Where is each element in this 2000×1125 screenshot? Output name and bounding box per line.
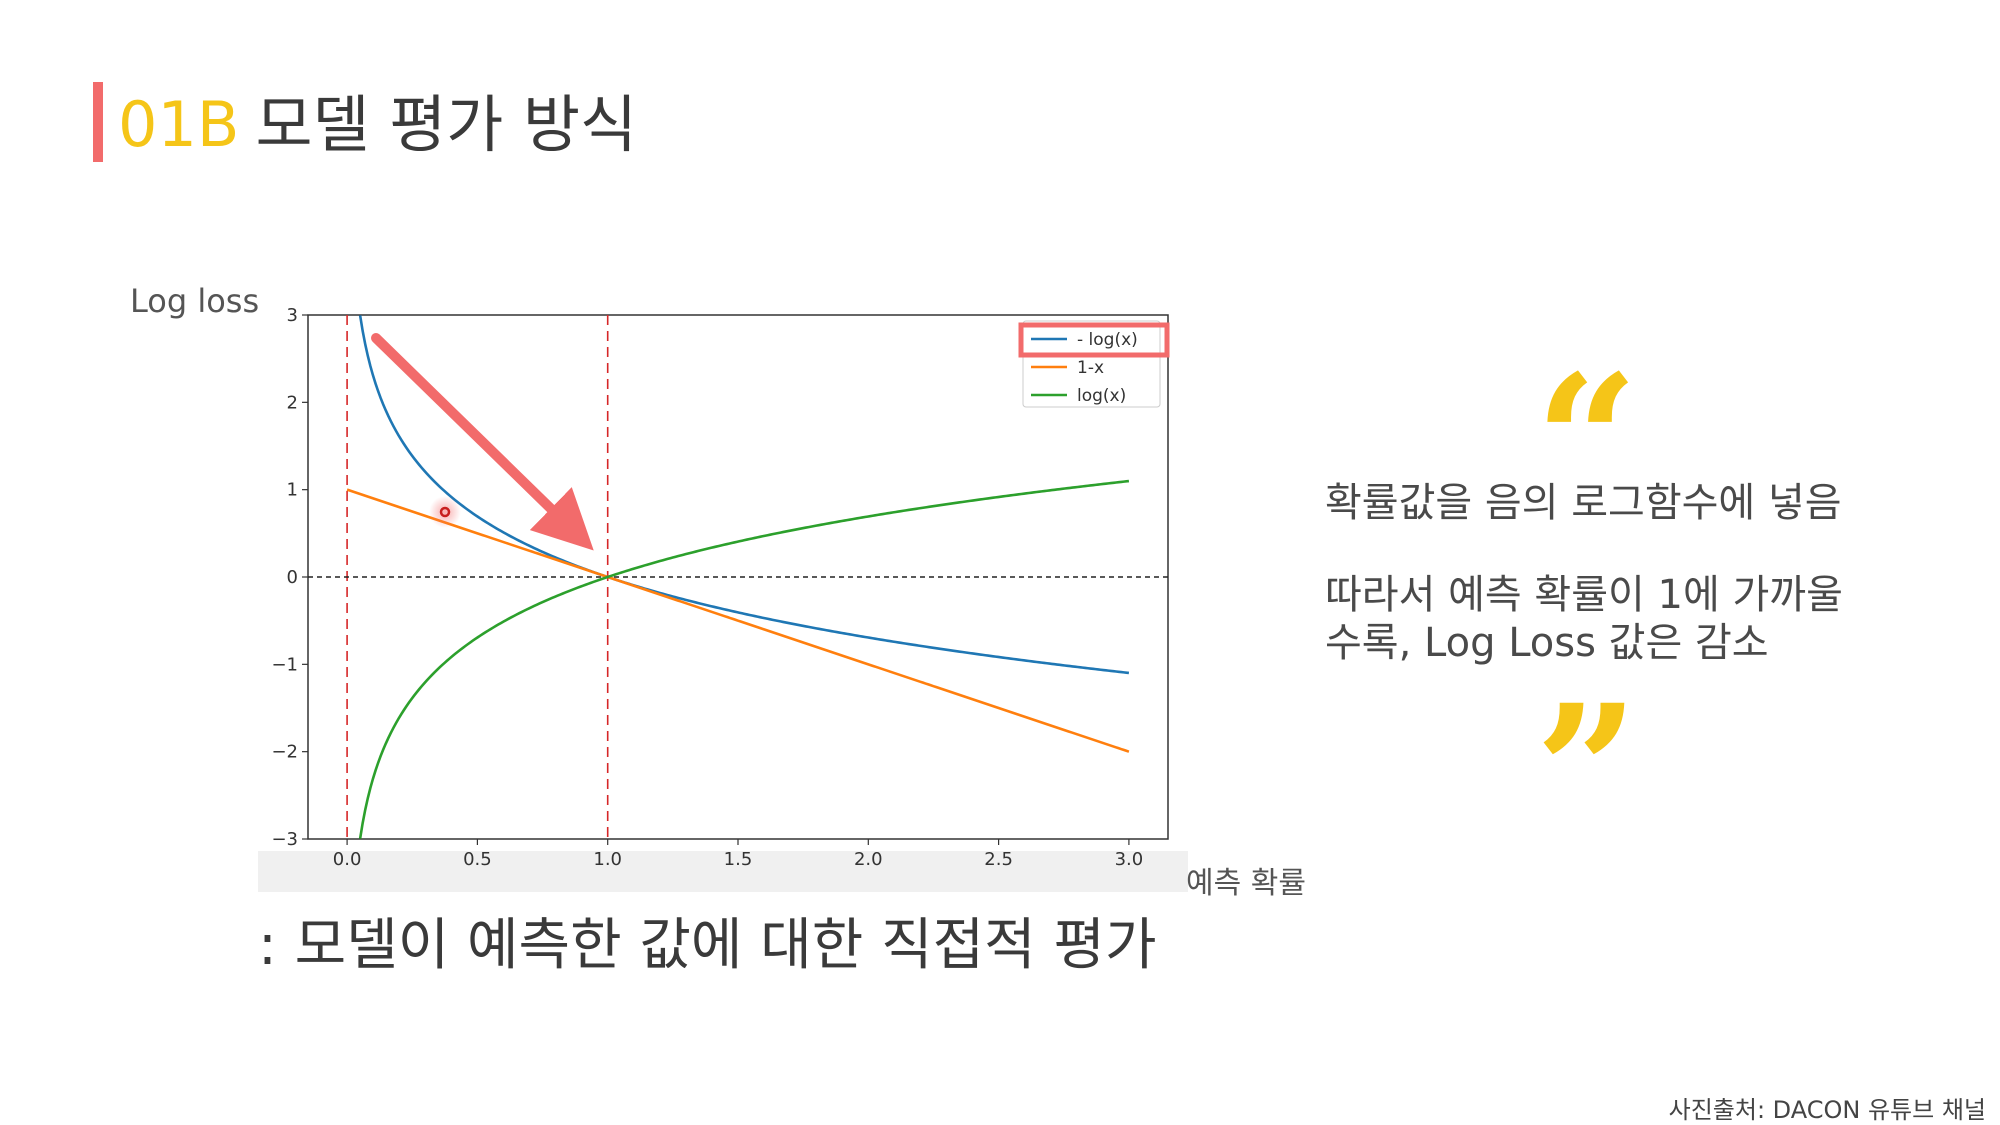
cursor-highlight [429,496,461,528]
log-loss-chart: 0.0 0.5 1.0 1.5 2.0 2.5 3.0 −3 −2 −1 0 1 2 3 - log(x)… [258,305,1188,892]
y-tick-label: −1 [271,654,298,675]
y-tick-label: 1 [287,480,298,501]
x-tick-label: 0.0 [333,849,362,870]
y-tick-label: 2 [287,392,298,413]
slide-title: 01B 모델 평가 방식 [118,88,637,162]
chart-caption: : 모델이 예측한 값에 대한 직접적 평가 [258,913,1157,978]
x-tick-label: 1.0 [593,849,622,870]
x-tick-label: 1.5 [724,849,753,870]
quote-line-1: 확률값을 음의 로그함수에 넣음 [1325,480,1842,526]
y-axis-note: Log loss [130,282,260,320]
title-accent-bar [93,82,103,162]
x-tick-label: 0.5 [463,849,492,870]
legend-label: 1-x [1077,358,1104,378]
x-axis-note: 예측 확률 [1186,866,1306,901]
x-tick-label: 2.5 [984,849,1013,870]
y-tick-label: 3 [287,305,298,326]
quote-line-3: 수록, Log Loss 값은 감소 [1325,620,1769,666]
legend-label: - log(x) [1077,330,1138,350]
legend-label: log(x) [1077,386,1126,406]
x-tick-label: 3.0 [1115,849,1144,870]
y-tick-label: −2 [271,742,298,763]
section-title: 모델 평가 방식 [255,88,638,161]
y-tick-label: −3 [271,829,298,850]
section-number: 01B [118,88,240,161]
image-source: 사진출처: DACON 유튜브 채널 [1668,1096,1986,1124]
x-tick-label: 2.0 [854,849,883,870]
y-tick-label: 0 [287,567,298,588]
legend: - log(x) 1-x log(x) [1018,320,1170,408]
close-quote-icon: ” [1535,666,1639,877]
